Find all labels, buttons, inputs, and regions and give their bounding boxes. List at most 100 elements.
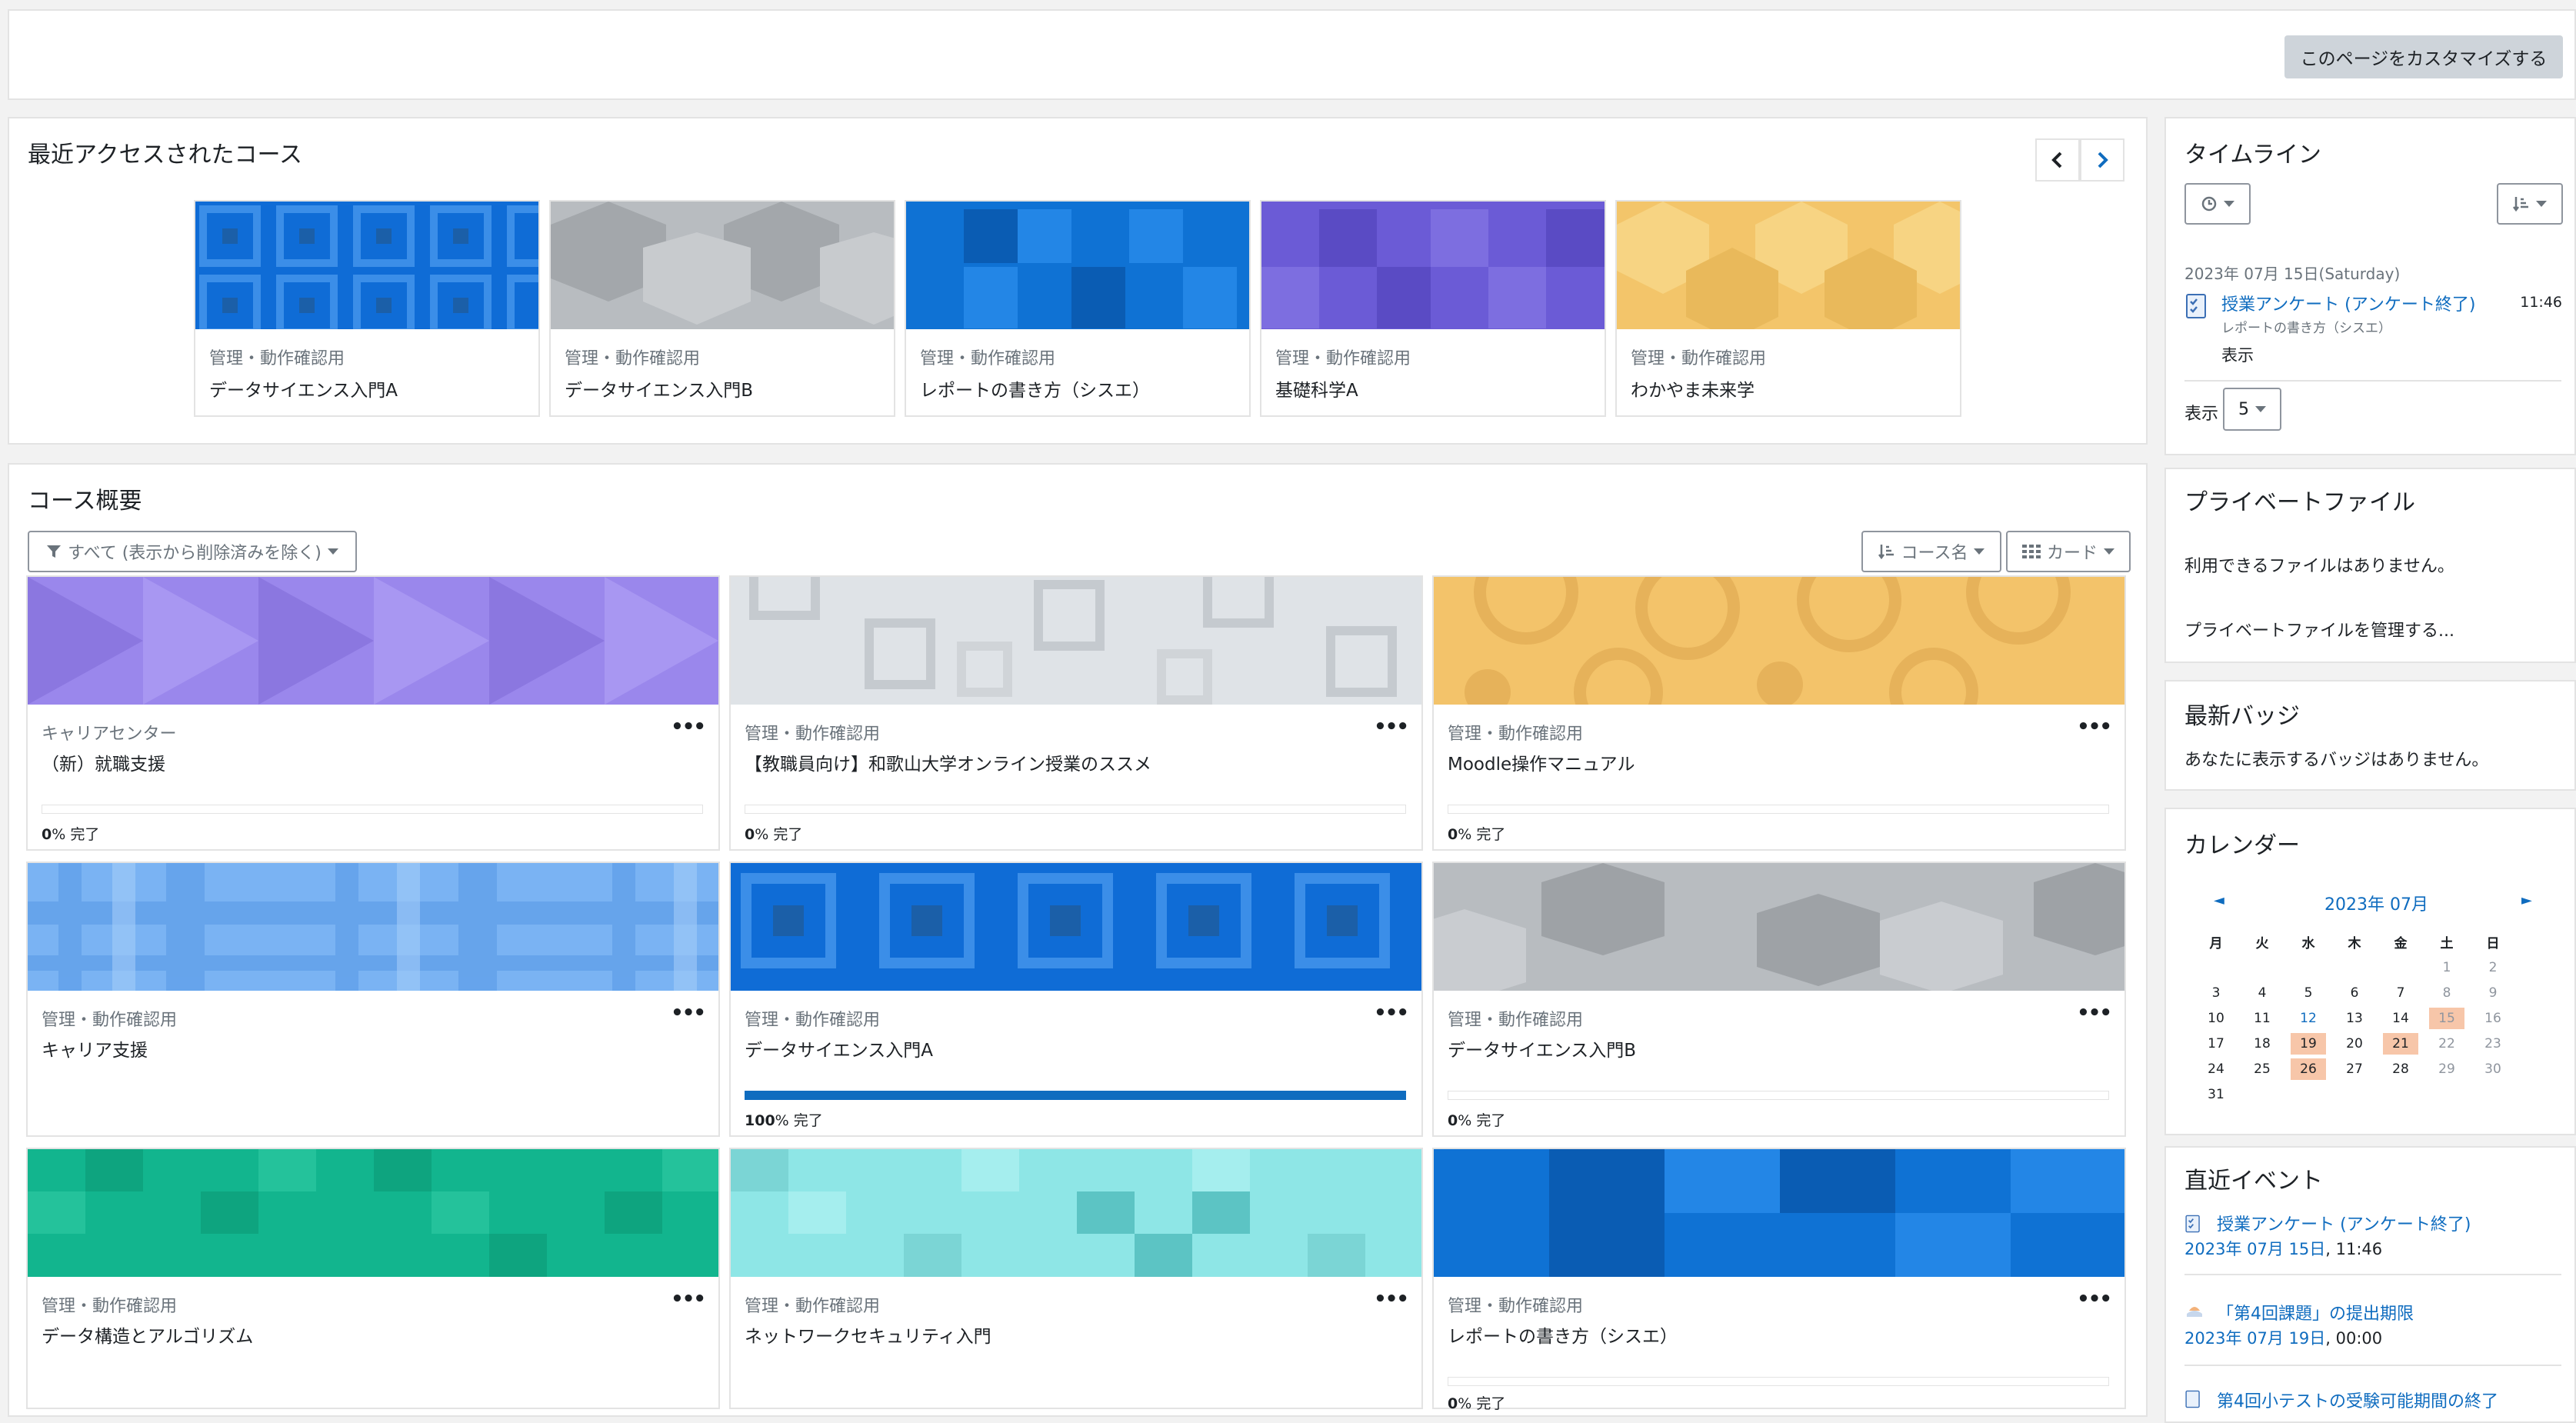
course-card[interactable]: 管理・動作確認用 【教職員向け】和歌山大学オンライン授業のススメ ••• 0% … <box>729 575 1423 851</box>
course-name[interactable]: データサイエンス入門B <box>565 375 753 402</box>
calendar-day[interactable]: 19 <box>2291 1033 2326 1055</box>
calendar-month-label[interactable]: 2023年 07月 <box>2324 891 2428 915</box>
calendar-day[interactable]: 14 <box>2383 1008 2418 1029</box>
course-menu-icon[interactable]: ••• <box>1374 715 1409 738</box>
course-name[interactable]: データサイエンス入門A <box>209 375 398 402</box>
calendar-day[interactable]: 29 <box>2429 1058 2464 1080</box>
calendar-day[interactable]: 22 <box>2429 1033 2464 1055</box>
calendar-day[interactable]: 26 <box>2291 1058 2326 1080</box>
recent-course-card[interactable]: 管理・動作確認用 わかやま未来学 <box>1615 200 1961 417</box>
timeline-event-course: レポートの書き方（シスエ） <box>2221 321 2391 336</box>
course-card[interactable]: 管理・動作確認用 Moodle操作マニュアル ••• 0% 完了 <box>1432 575 2126 851</box>
course-menu-icon[interactable]: ••• <box>2077 715 2112 738</box>
calendar-prev-button[interactable]: ◄ <box>2214 892 2224 908</box>
course-menu-icon[interactable]: ••• <box>2077 1001 2112 1025</box>
event-date-link[interactable]: 2023年 07月 15日 <box>2184 1240 2325 1258</box>
calendar-day[interactable]: 23 <box>2475 1033 2511 1055</box>
course-card[interactable]: 管理・動作確認用 キャリア支援 ••• <box>26 861 720 1137</box>
recent-prev-button[interactable] <box>2035 138 2080 182</box>
calendar-day[interactable]: 11 <box>2244 1008 2280 1029</box>
upcoming-event-link[interactable]: 授業アンケート (アンケート終了) <box>2217 1211 2471 1235</box>
course-card[interactable]: 管理・動作確認用 データ構造とアルゴリズム ••• <box>26 1148 720 1409</box>
calendar-day[interactable]: 4 <box>2244 982 2280 1004</box>
sort-icon <box>1878 545 1894 560</box>
course-name[interactable]: ネットワークセキュリティ入門 <box>745 1321 991 1348</box>
timeline-event-link[interactable]: 授業アンケート (アンケート終了) <box>2221 291 2475 315</box>
course-sort-dropdown[interactable]: コース名 <box>1861 531 2001 572</box>
course-name[interactable]: レポートの書き方（シスエ） <box>920 375 1150 402</box>
course-name[interactable]: キャリア支援 <box>42 1035 148 1061</box>
calendar-day[interactable]: 31 <box>2198 1084 2234 1105</box>
calendar-day[interactable]: 15 <box>2429 1008 2464 1029</box>
calendar-day[interactable]: 25 <box>2244 1058 2280 1080</box>
customize-page-button[interactable]: このページをカスタマイズする <box>2284 35 2563 78</box>
course-menu-icon[interactable]: ••• <box>1374 1288 1409 1311</box>
recent-next-button[interactable] <box>2080 138 2124 182</box>
calendar-day[interactable]: 20 <box>2337 1033 2372 1055</box>
recent-course-card[interactable]: 管理・動作確認用 レポートの書き方（シスエ） <box>905 200 1251 417</box>
course-name[interactable]: Moodle操作マニュアル <box>1448 749 1635 775</box>
calendar-title: カレンダー <box>2184 832 2300 859</box>
course-menu-icon[interactable]: ••• <box>2077 1288 2112 1311</box>
chevron-down-icon <box>2255 406 2266 412</box>
calendar-day[interactable]: 10 <box>2198 1008 2234 1029</box>
course-card[interactable]: 管理・動作確認用 データサイエンス入門A ••• 100% 完了 <box>729 861 1423 1137</box>
calendar-day[interactable]: 5 <box>2291 982 2326 1004</box>
calendar-day[interactable]: 8 <box>2429 982 2464 1004</box>
timeline-filter-dropdown[interactable] <box>2184 183 2251 225</box>
course-card[interactable]: 管理・動作確認用 データサイエンス入門B ••• 0% 完了 <box>1432 861 2126 1137</box>
manage-private-files-link[interactable]: プライベートファイルを管理する... <box>2184 617 2454 642</box>
course-menu-icon[interactable]: ••• <box>671 715 706 738</box>
course-category: 管理・動作確認用 <box>1448 1297 1584 1316</box>
course-category: 管理・動作確認用 <box>565 349 701 368</box>
calendar-next-button[interactable]: ► <box>2521 892 2532 908</box>
course-name[interactable]: 【教職員向け】和歌山大学オンライン授業のススメ <box>745 749 1151 775</box>
timeline-sort-dropdown[interactable] <box>2497 183 2563 225</box>
event-date-link[interactable]: 2023年 07月 19日 <box>2184 1329 2325 1348</box>
calendar-day[interactable]: 9 <box>2475 982 2511 1004</box>
course-menu-icon[interactable]: ••• <box>1374 1001 1409 1025</box>
calendar-day[interactable]: 6 <box>2337 982 2372 1004</box>
course-category: 管理・動作確認用 <box>1275 349 1411 368</box>
upcoming-event-link[interactable]: 「第4回課題」の提出期限 <box>2217 1300 2414 1325</box>
recent-course-card[interactable]: 管理・動作確認用 データサイエンス入門A <box>194 200 540 417</box>
progress-bar <box>42 805 703 814</box>
course-image <box>1434 577 2124 705</box>
course-card[interactable]: キャリアセンター （新）就職支援 ••• 0% 完了 <box>26 575 720 851</box>
calendar-day[interactable]: 24 <box>2198 1058 2234 1080</box>
course-name[interactable]: わかやま未来学 <box>1631 375 1755 402</box>
course-filter-dropdown[interactable]: すべて (表示から削除済みを除く) <box>28 531 357 572</box>
calendar-day[interactable]: 12 <box>2291 1008 2326 1029</box>
timeline-show-label: 表示 <box>2184 405 2219 424</box>
course-name[interactable]: 基礎科学A <box>1275 375 1358 402</box>
course-name[interactable]: レポートの書き方（シスエ） <box>1448 1321 1678 1348</box>
calendar-day[interactable]: 18 <box>2244 1033 2280 1055</box>
course-view-dropdown[interactable]: カード <box>2006 531 2131 572</box>
timeline-block: タイムライン 2023年 07月 15日(Saturday) 授業アンケート (… <box>2164 117 2576 455</box>
calendar-day[interactable]: 27 <box>2337 1058 2372 1080</box>
timeline-view-action[interactable]: 表示 <box>2221 343 2254 366</box>
recent-course-card[interactable]: 管理・動作確認用 データサイエンス入門B <box>549 200 895 417</box>
course-name[interactable]: データサイエンス入門B <box>1448 1035 1636 1061</box>
calendar-day[interactable]: 28 <box>2383 1058 2418 1080</box>
calendar-day[interactable]: 16 <box>2475 1008 2511 1029</box>
calendar-day[interactable]: 7 <box>2383 982 2418 1004</box>
calendar-day[interactable]: 13 <box>2337 1008 2372 1029</box>
timeline-count-dropdown[interactable]: 5 <box>2223 388 2281 431</box>
recent-course-card[interactable]: 管理・動作確認用 基礎科学A <box>1260 200 1606 417</box>
course-name[interactable]: データサイエンス入門A <box>745 1035 933 1061</box>
course-card[interactable]: 管理・動作確認用 レポートの書き方（シスエ） ••• 0% 完了 <box>1432 1148 2126 1412</box>
course-menu-icon[interactable]: ••• <box>671 1001 706 1025</box>
upcoming-event-link[interactable]: 第4回小テストの受験可能期間の終了 <box>2217 1388 2498 1412</box>
calendar-day[interactable]: 2 <box>2475 957 2511 978</box>
course-image <box>731 863 1421 991</box>
calendar-day[interactable]: 3 <box>2198 982 2234 1004</box>
calendar-day[interactable]: 1 <box>2429 957 2464 978</box>
calendar-day[interactable]: 30 <box>2475 1058 2511 1080</box>
course-menu-icon[interactable]: ••• <box>671 1288 706 1311</box>
calendar-day[interactable]: 17 <box>2198 1033 2234 1055</box>
course-name[interactable]: データ構造とアルゴリズム <box>42 1321 253 1348</box>
calendar-day[interactable]: 21 <box>2383 1033 2418 1055</box>
course-card[interactable]: 管理・動作確認用 ネットワークセキュリティ入門 ••• <box>729 1148 1423 1409</box>
course-name[interactable]: （新）就職支援 <box>42 749 165 775</box>
